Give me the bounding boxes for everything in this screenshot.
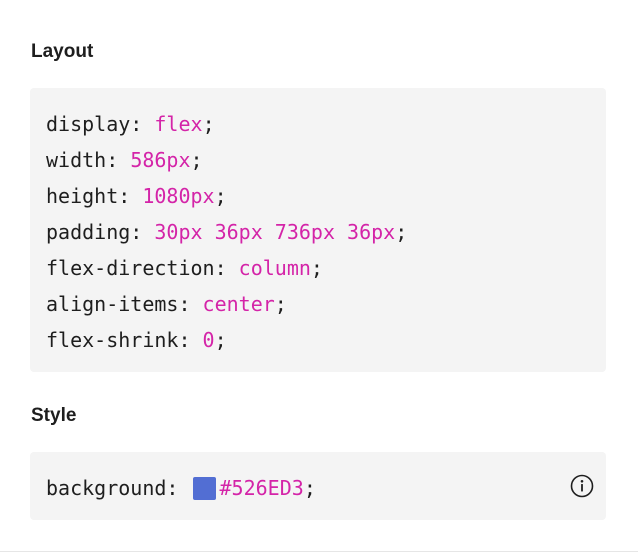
property-value: flex xyxy=(154,112,203,136)
bottom-divider xyxy=(0,551,638,552)
property-name: flex-shrink xyxy=(46,328,179,352)
semicolon: ; xyxy=(190,148,203,172)
code-line-align-items: align-items: center; xyxy=(46,294,287,314)
property-value[interactable]: #526ED3 xyxy=(220,476,304,500)
colon: : xyxy=(130,220,143,244)
style-code-block: background: #526ED3; xyxy=(30,452,606,520)
code-line-background: background: #526ED3; xyxy=(46,477,316,500)
code-line-width: width: 586px; xyxy=(46,150,203,170)
style-section-title: Style xyxy=(31,405,77,426)
property-name: padding xyxy=(46,220,131,244)
property-name: display xyxy=(46,112,131,136)
property-value: 30px 36px 736px 36px xyxy=(154,220,396,244)
semicolon: ; xyxy=(310,256,323,280)
property-value: 586px xyxy=(130,148,191,172)
colon: : xyxy=(178,328,191,352)
info-icon[interactable] xyxy=(570,474,594,498)
property-name: align-items xyxy=(46,292,179,316)
code-line-padding: padding: 30px 36px 736px 36px; xyxy=(46,222,407,242)
colon: : xyxy=(130,112,143,136)
semicolon: ; xyxy=(395,220,408,244)
code-line-flex-direction: flex-direction: column; xyxy=(46,258,323,278)
semicolon: ; xyxy=(274,292,287,316)
colon: : xyxy=(178,292,191,316)
semicolon: ; xyxy=(303,476,316,500)
color-swatch[interactable] xyxy=(192,477,216,500)
colon: : xyxy=(214,256,227,280)
layout-code-block: display: flex; width: 586px; height: 108… xyxy=(30,88,606,372)
semicolon: ; xyxy=(214,184,227,208)
property-value: 1080px xyxy=(142,184,215,208)
code-line-display: display: flex; xyxy=(46,114,215,134)
colon: : xyxy=(106,148,119,172)
code-line-height: height: 1080px; xyxy=(46,186,227,206)
property-name: width xyxy=(46,148,107,172)
code-line-flex-shrink: flex-shrink: 0; xyxy=(46,330,227,350)
semicolon: ; xyxy=(214,328,227,352)
colon: : xyxy=(166,476,179,500)
property-value: 0 xyxy=(202,328,215,352)
info-circle-icon xyxy=(570,474,594,498)
semicolon: ; xyxy=(202,112,215,136)
property-name: height xyxy=(46,184,119,208)
property-value: column xyxy=(238,256,311,280)
colon: : xyxy=(118,184,131,208)
property-value: center xyxy=(202,292,275,316)
property-name: background xyxy=(46,476,167,500)
property-name: flex-direction xyxy=(46,256,215,280)
layout-section-title: Layout xyxy=(31,41,94,62)
